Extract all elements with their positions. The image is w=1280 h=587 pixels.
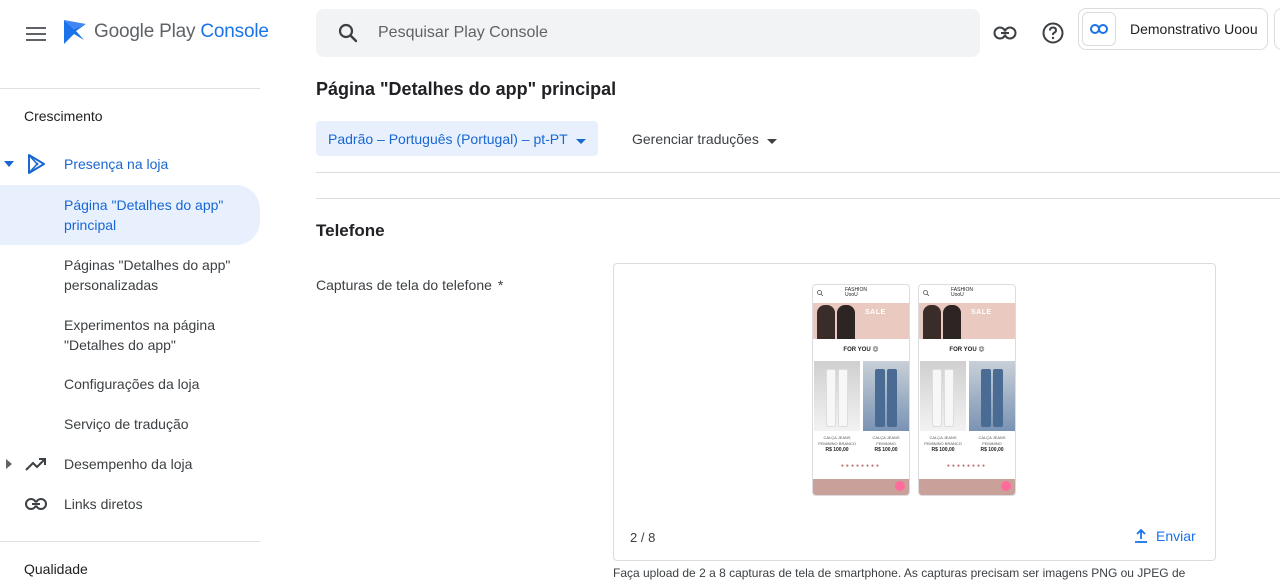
product-caption: CALÇA JEANS FEMININO	[872, 435, 900, 446]
sidebar-item-label: Página "Detalhes do app" principal	[64, 197, 224, 233]
store-presence-icon	[24, 152, 48, 176]
heart-icon	[895, 481, 905, 491]
top-bar: Google Play Console Demonstrativo Uoou	[0, 0, 1280, 64]
chevron-right-icon	[4, 459, 14, 469]
link-icon	[24, 492, 48, 516]
app-root: Google Play Console Demonstrativo Uoou C…	[0, 0, 1280, 587]
page-title: Página "Detalhes do app" principal	[316, 79, 617, 99]
sidebar-item-label: Configurações da loja	[64, 376, 200, 392]
sidebar-divider	[0, 88, 260, 89]
sidebar-divider	[0, 541, 260, 542]
account-switcher[interactable]: Demonstrativo Uoou	[1078, 8, 1268, 50]
field-label-text: Capturas de tela do telefone	[316, 277, 492, 293]
thumbnail-banner-text: SALE	[971, 309, 992, 316]
screenshot-upload-area: FASHION UooU SALE FOR YOU 😍 CALÇA JEANS …	[613, 263, 1216, 561]
play-console-logo[interactable]: Google Play Console	[62, 18, 269, 46]
product-caption: CALÇA JEANS FEMININO BRANCO	[818, 435, 856, 446]
link-icon[interactable]	[992, 20, 1018, 46]
thumbnail-for-you: FOR YOU 😍	[949, 347, 985, 353]
play-logo-icon	[64, 20, 86, 44]
thumbnail-banner: SALE	[813, 303, 909, 339]
product-price: R$ 100,00	[825, 447, 849, 453]
section-title-telefone: Telefone	[316, 221, 385, 240]
manage-translations-label: Gerenciar traduções	[632, 130, 759, 147]
account-name: Demonstrativo Uoou	[1130, 21, 1258, 37]
thumbnail-for-you: FOR YOU 😍	[843, 347, 879, 353]
upload-button[interactable]: Enviar	[1134, 528, 1196, 544]
product-image	[920, 361, 966, 431]
required-mark: *	[497, 277, 504, 293]
carousel-dots: ●●●●●●●●	[840, 463, 882, 469]
sidebar-item-label: Páginas "Detalhes do app" personalizadas	[64, 257, 231, 293]
brand-name-part1: Google Play	[94, 21, 201, 42]
screenshot-thumbnail[interactable]: FASHION UooU SALE FOR YOU 😍 CALÇA JEANS …	[812, 284, 910, 496]
sidebar: Crescimento Presença na loja Página "Det…	[0, 64, 260, 587]
upload-icon	[1135, 529, 1147, 543]
menu-icon[interactable]	[20, 18, 52, 50]
search-icon	[923, 290, 929, 296]
thumbnail-brand: FASHION UooU	[845, 287, 867, 298]
section-title-crescimento: Crescimento	[24, 108, 103, 124]
chevron-down-icon	[4, 159, 14, 169]
sidebar-item-label: Experimentos na página "Detalhes do app"	[64, 317, 215, 353]
brand-name: Google Play Console	[94, 21, 269, 43]
thumbnail-footer	[919, 479, 1015, 495]
sidebar-item-pagina-principal[interactable]: Página "Detalhes do app" principal	[0, 185, 260, 245]
brand-name-part2: Console	[200, 21, 269, 42]
search-input[interactable]	[378, 24, 958, 42]
search-bar[interactable]	[316, 9, 980, 57]
product-image	[814, 361, 860, 431]
trending-up-icon	[24, 452, 48, 476]
sidebar-item-label: Desempenho da loja	[64, 456, 193, 472]
screenshot-counter: 2 / 8	[630, 530, 656, 545]
product-image	[863, 361, 909, 431]
sidebar-item-presenca-na-loja[interactable]: Presença na loja	[0, 152, 260, 176]
section-divider	[316, 198, 1280, 199]
carousel-dots: ●●●●●●●●	[946, 463, 988, 469]
upload-button-label: Enviar	[1156, 528, 1196, 544]
language-selector[interactable]: Padrão – Português (Portugal) – pt-PT	[316, 121, 598, 156]
sidebar-item-label: Presença na loja	[64, 156, 169, 172]
caret-down-icon	[575, 131, 586, 147]
thumbnail-header: FASHION UooU	[813, 285, 909, 303]
search-icon	[336, 21, 360, 45]
upload-help-text: Faça upload de 2 a 8 capturas de tela de…	[613, 566, 1186, 580]
product-caption: CALÇA JEANS FEMININO BRANCO	[924, 435, 962, 446]
screenshot-thumbnail[interactable]: FASHION UooU SALE FOR YOU 😍 CALÇA JEANS …	[918, 284, 1016, 496]
sidebar-item-paginas-personalizadas[interactable]: Páginas "Detalhes do app" personalizadas	[0, 254, 260, 296]
sidebar-item-experimentos[interactable]: Experimentos na página "Detalhes do app"	[0, 314, 260, 356]
language-selector-label: Padrão – Português (Portugal) – pt-PT	[328, 130, 568, 147]
thumbnail-banner-text: SALE	[865, 309, 886, 316]
thumbnail-footer	[813, 479, 909, 495]
sidebar-item-label: Serviço de tradução	[64, 416, 189, 432]
heart-icon	[1001, 481, 1011, 491]
sidebar-item-servico-de-traducao[interactable]: Serviço de tradução	[0, 414, 260, 434]
caret-down-icon	[766, 131, 777, 147]
product-caption: CALÇA JEANS FEMININO	[978, 435, 1006, 446]
product-price: R$ 100,00	[874, 447, 898, 453]
product-image	[969, 361, 1015, 431]
secondary-account-edge[interactable]	[1274, 8, 1280, 50]
main-content: Página "Detalhes do app" principal Padrã…	[260, 64, 1280, 587]
sidebar-item-desempenho-da-loja[interactable]: Desempenho da loja	[0, 452, 260, 476]
sidebar-item-links-diretos[interactable]: Links diretos	[0, 492, 260, 516]
manage-translations-button[interactable]: Gerenciar traduções	[632, 121, 777, 156]
sidebar-item-configuracoes-da-loja[interactable]: Configurações da loja	[0, 374, 260, 394]
content-divider	[316, 172, 1280, 173]
product-price: R$ 100,00	[931, 447, 955, 453]
thumbnail-header: FASHION UooU	[919, 285, 1015, 303]
thumbnail-brand: FASHION UooU	[951, 287, 973, 298]
thumbnail-banner: SALE	[919, 303, 1015, 339]
sidebar-item-label: Links diretos	[64, 496, 143, 512]
section-title-qualidade: Qualidade	[24, 561, 88, 577]
help-icon[interactable]	[1040, 20, 1066, 46]
developer-avatar	[1082, 12, 1116, 46]
search-icon	[817, 290, 823, 296]
product-price: R$ 100,00	[980, 447, 1004, 453]
phone-screenshots-label: Capturas de tela do telefone *	[316, 277, 503, 293]
